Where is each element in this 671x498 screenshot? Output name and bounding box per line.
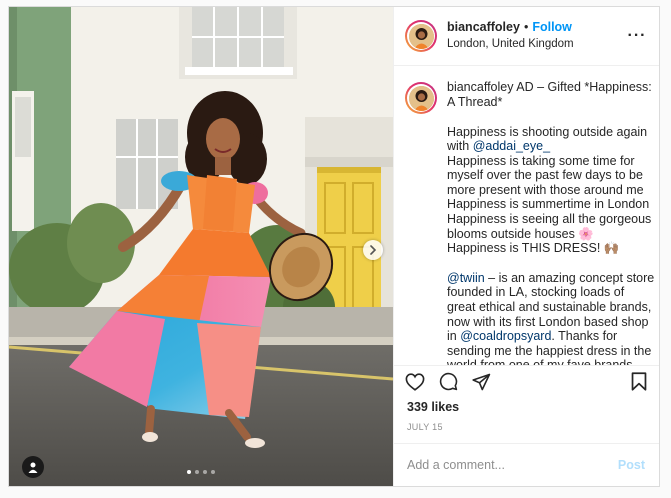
caption-line: Happiness is shooting outside again xyxy=(447,125,647,140)
caption-line: now with its first London based shop xyxy=(447,314,649,330)
caption-text: sending me the happiest dress in the xyxy=(447,343,652,358)
caption-line: founded in LA, stocking loads of xyxy=(447,285,647,300)
heart-icon xyxy=(405,373,425,391)
post-photo[interactable] xyxy=(9,7,393,486)
save-button[interactable] xyxy=(631,372,647,391)
post-side-panel: biancaffoley • Follow London, United Kingd… xyxy=(393,7,659,486)
caption-text: AD – Gifted *Happiness: xyxy=(513,80,652,95)
avatar-image xyxy=(408,85,434,111)
caption-text: . Thanks for xyxy=(551,329,618,344)
caption-line: Happiness is seeing all the gorgeous xyxy=(447,212,651,227)
share-icon xyxy=(472,373,491,391)
caption-text: with xyxy=(447,139,473,154)
header-username[interactable]: biancaffoley xyxy=(447,20,520,34)
caption-text: Happiness is taking some time for xyxy=(447,153,635,168)
chevron-right-icon xyxy=(370,245,377,255)
like-button[interactable] xyxy=(405,373,425,391)
location-link[interactable]: London, United Kingdom xyxy=(447,37,627,52)
instagram-post: biancaffoley • Follow London, United Kingd… xyxy=(8,6,660,487)
carousel-dot xyxy=(203,470,207,474)
comment-icon xyxy=(439,373,458,391)
caption-text: Happiness is shooting outside again xyxy=(447,124,648,139)
caption-line: in @coaldropsyard. Thanks for xyxy=(447,329,647,344)
mention-link[interactable]: @addai_eye_ xyxy=(473,139,550,153)
caption-line: @twiin – is an amazing concept store xyxy=(447,271,654,286)
carousel-dot xyxy=(187,470,191,474)
carousel-next-button[interactable] xyxy=(363,240,383,260)
comments-area: biancaffoley AD – Gifted *Happiness: A Th… xyxy=(394,66,659,365)
caption-paragraph-gap xyxy=(447,110,647,125)
comment-button[interactable] xyxy=(439,372,458,391)
caption-line: myself over the past few days to be xyxy=(447,168,647,183)
mention-link[interactable]: @twiin xyxy=(447,271,485,285)
tagged-users-button[interactable] xyxy=(22,456,44,478)
caption-line: sending me the happiest dress in the xyxy=(447,344,651,359)
add-comment-bar: Post xyxy=(394,443,659,486)
caption-text: now with its first London based shop xyxy=(447,314,649,329)
caption-text: myself over the past few days to be xyxy=(447,168,643,183)
caption-line: biancaffoley AD – Gifted *Happiness: xyxy=(447,80,652,95)
caption-avatar[interactable] xyxy=(405,82,437,115)
user-icon xyxy=(28,462,38,473)
caption-text: Happiness is seeing all the gorgeous xyxy=(447,212,652,227)
post-header: biancaffoley • Follow London, United Kingd… xyxy=(394,7,659,67)
caption-text: founded in LA, stocking loads of xyxy=(447,285,625,300)
caption-text: in xyxy=(447,329,461,344)
caption-line: Happiness is taking some time for xyxy=(447,154,647,169)
caption-line: great ethical and sustainable brands, xyxy=(447,300,651,315)
caption-text: Happiness is summertime in London xyxy=(447,197,650,212)
likes-count[interactable]: 339 likes xyxy=(394,398,659,416)
caption-line: Happiness is summertime in London xyxy=(447,197,650,212)
caption-paragraph-gap xyxy=(447,256,647,271)
caption-text: more present with those around me xyxy=(447,182,644,197)
caption-line: more present with those around me xyxy=(447,183,647,198)
caption-line: Happiness is THIS DRESS! 🙌🏽 xyxy=(447,241,647,256)
mention-link[interactable]: @coaldropsyard xyxy=(460,329,551,343)
caption-username[interactable]: biancaffoley xyxy=(447,80,514,94)
more-options-button[interactable]: ··· xyxy=(627,27,647,45)
follow-button[interactable]: Follow xyxy=(532,20,572,34)
caption-line: blooms outside houses 🌸 xyxy=(447,227,647,242)
action-bar xyxy=(394,364,659,398)
comment-input[interactable] xyxy=(407,458,618,473)
bookmark-icon xyxy=(631,372,647,391)
avatar[interactable] xyxy=(405,20,437,53)
caption-text: – is an amazing concept store xyxy=(484,270,655,285)
post-date[interactable]: JULY 15 xyxy=(394,416,659,443)
separator-bullet: • xyxy=(523,20,529,35)
caption-line: A Thread* xyxy=(447,95,647,110)
post-comment-button[interactable]: Post xyxy=(618,458,645,472)
share-button[interactable] xyxy=(472,373,491,391)
carousel-dot xyxy=(211,470,215,474)
caption-line: with @addai_eye_ xyxy=(447,139,647,154)
carousel-indicator xyxy=(9,470,393,474)
caption-text: great ethical and sustainable brands, xyxy=(447,300,652,315)
caption-text: blooms outside houses 🌸 xyxy=(447,226,594,241)
post-caption: biancaffoley AD – Gifted *Happiness: A Th… xyxy=(447,80,654,365)
photo-scene xyxy=(9,7,393,486)
caption-text: Happiness is THIS DRESS! 🙌🏽 xyxy=(447,241,620,256)
avatar-image xyxy=(408,23,434,49)
carousel-dot xyxy=(195,470,199,474)
caption-text: A Thread* xyxy=(447,94,503,109)
